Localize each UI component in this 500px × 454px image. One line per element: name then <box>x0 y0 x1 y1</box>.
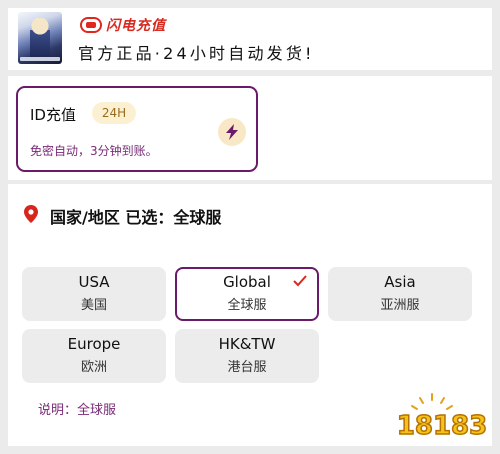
server-name-en: Europe <box>67 335 121 353</box>
header-bar: 闪电充值 官方正品·24小时自动发货! <box>8 8 492 70</box>
server-name-en: USA <box>78 273 110 291</box>
server-name-zh: 全球服 <box>227 298 267 313</box>
lightning-icon <box>218 118 246 146</box>
server-option-global[interactable]: Global 全球服 <box>175 267 319 321</box>
recharge-description: 免密自动，3分钟到账。 <box>30 144 158 158</box>
brand: 闪电充值 <box>80 14 166 36</box>
region-title: 国家/地区 已选：全球服 <box>50 208 222 227</box>
region-header: 国家/地区 已选：全球服 <box>24 204 221 228</box>
server-name-zh: 美国 <box>80 298 107 313</box>
brand-name: 闪电充值 <box>106 18 166 34</box>
server-name-en: HK&TW <box>218 335 276 353</box>
server-grid: USA 美国 Global 全球服 Asia 亚洲服 Europe 欧洲 HK&… <box>22 267 474 383</box>
server-name-zh: 欧洲 <box>80 360 107 375</box>
region-note: 说明：全球服 <box>38 403 117 418</box>
watermark-text: 18183 <box>397 411 487 441</box>
server-option-usa[interactable]: USA 美国 <box>22 267 166 321</box>
tagline: 官方正品·24小时自动发货! <box>78 44 315 63</box>
recharge-badge: 24H <box>92 102 136 124</box>
recharge-title: ID充值 <box>30 106 76 124</box>
server-option-hktw[interactable]: HK&TW 港台服 <box>175 329 319 383</box>
server-name-zh: 亚洲服 <box>380 298 420 313</box>
location-pin-icon <box>24 205 38 227</box>
watermark-logo: 18183 <box>392 390 492 442</box>
server-option-europe[interactable]: Europe 欧洲 <box>22 329 166 383</box>
id-recharge-option[interactable]: ID充值 24H 免密自动，3分钟到账。 <box>16 86 258 172</box>
server-name-en: Asia <box>384 273 416 291</box>
game-thumbnail <box>18 12 62 64</box>
recharge-section: ID充值 24H 免密自动，3分钟到账。 <box>8 76 492 180</box>
server-option-asia[interactable]: Asia 亚洲服 <box>328 267 472 321</box>
checkmark-icon <box>293 272 307 287</box>
brand-logo-icon <box>80 17 102 33</box>
server-name-zh: 港台服 <box>227 360 267 375</box>
